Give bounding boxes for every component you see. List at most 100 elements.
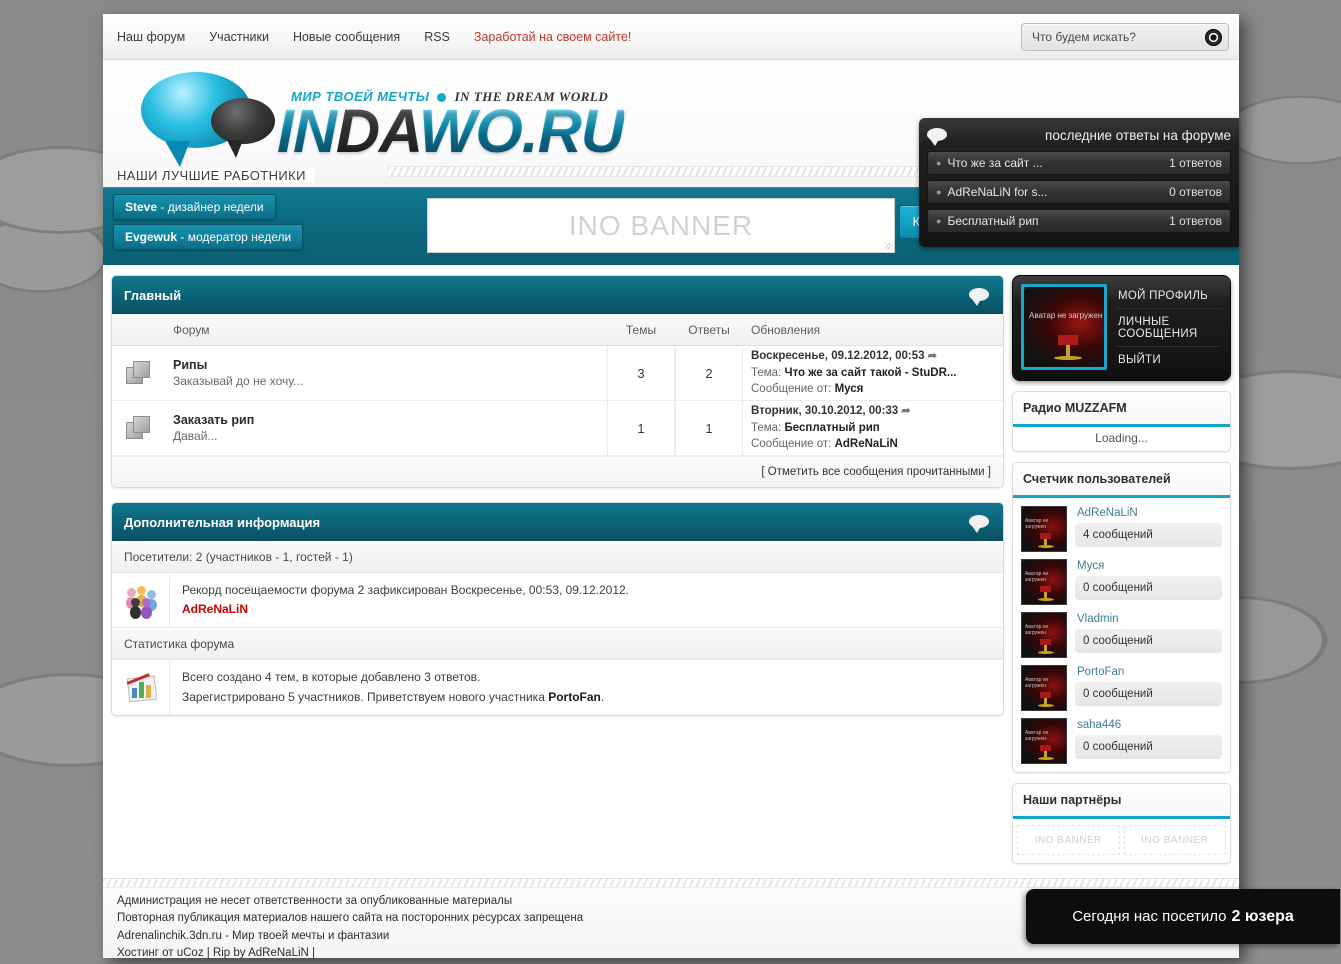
avatar-caption: Аватар не загружен — [1025, 730, 1049, 742]
table-row[interactable]: Заказать рип Давай... 1 1 Вторник, 30.10… — [112, 401, 1003, 456]
forum-stats-title: Статистика форума — [112, 628, 1003, 661]
forum-title[interactable]: Рипы — [173, 358, 607, 372]
search-icon[interactable] — [1205, 28, 1222, 46]
user-name[interactable]: Vladmin — [1077, 613, 1222, 625]
latest-replies-title: последние ответы на форуме — [1045, 127, 1231, 143]
bullet-icon: ● — [936, 216, 942, 226]
user-message-count: 0 сообщений — [1075, 735, 1222, 759]
reply-title[interactable]: AdReNaLiN for s... — [947, 185, 1047, 199]
site-container: Наш форум Участники Новые сообщения RSS … — [103, 14, 1239, 959]
best-workers-title: НАШИ ЛУЧШИЕ РАБОТНИКИ — [117, 168, 314, 183]
avatar-caption: Аватар не загружен — [1025, 571, 1049, 583]
goto-last-post-icon[interactable]: ➦ — [901, 405, 910, 417]
today-visitors-badge: Сегодня нас посетило 2 юзера — [1026, 889, 1340, 944]
partners-title: Наши партнёры — [1013, 784, 1230, 819]
logo-text-part1: IN — [277, 96, 337, 165]
attendance-record-row: Рекорд посещаемости форума 2 зафиксирова… — [112, 573, 1003, 629]
column-header-forum: Форум — [173, 322, 210, 337]
site-logo[interactable]: МИР ТВОЕЙ МЕЧТЫ IN THE DREAM WORLD INDAW… — [133, 64, 625, 167]
user-list: Аватар не загружен AdReNaLiN 4 сообщений… — [1013, 498, 1230, 772]
logo-text: INDAWO.RU — [277, 100, 625, 161]
list-item[interactable]: Аватар не загружен saha446 0 сообщений — [1021, 718, 1222, 764]
search-input[interactable]: Что будем искать? — [1032, 30, 1205, 44]
forum-panel: Главный Форум Темы Ответы Обновления Рип… — [111, 275, 1004, 488]
nav-item-earn[interactable]: Заработай на своем сайте! — [474, 30, 631, 44]
profile-block: Аватар не загружен Мой профиль Личные со… — [1012, 275, 1231, 381]
record-user[interactable]: AdReNaLiN — [182, 600, 629, 619]
partner-banner[interactable]: INO BANNER — [1017, 825, 1120, 855]
worker-role: - дизайнер недели — [157, 200, 264, 214]
topic-title[interactable]: Что же за сайт такой - StuDR... — [784, 367, 956, 379]
goto-last-post-icon[interactable]: ➦ — [928, 350, 937, 362]
latest-replies-panel: последние ответы на форуме ● Что же за с… — [919, 118, 1239, 247]
panel-title: Главный — [124, 287, 182, 303]
list-item[interactable]: ● AdReNaLiN for s... 0 ответов — [927, 180, 1231, 204]
nav-item-members[interactable]: Участники — [209, 30, 269, 44]
column-header-answers: Ответы — [688, 322, 730, 337]
table-row[interactable]: Рипы Заказывай до не хочу... 3 2 Воскрес… — [112, 346, 1003, 401]
avatar[interactable]: Аватар не загружен — [1021, 506, 1067, 552]
list-item[interactable]: Аватар не загружен AdReNaLiN 4 сообщений — [1021, 506, 1222, 552]
topic-label: Тема: — [751, 366, 782, 379]
people-icon — [112, 573, 170, 628]
search-box[interactable]: Что будем искать? — [1021, 23, 1229, 51]
list-item[interactable]: Аватар не загружен PortoFan 0 сообщений — [1021, 665, 1222, 711]
profile-menu-private-messages[interactable]: Личные сообщения — [1116, 310, 1222, 347]
partner-banners: INO BANNER INO BANNER — [1013, 819, 1230, 863]
avatar[interactable]: Аватар не загружен — [1021, 665, 1067, 711]
forum-answers-count: 2 — [675, 346, 743, 400]
stats-members-post: . — [600, 689, 605, 704]
user-counter-title: Счетчик пользователей — [1013, 463, 1230, 498]
nav-item-rss[interactable]: RSS — [424, 30, 450, 44]
partner-banner[interactable]: INO BANNER — [1123, 825, 1226, 855]
avatar[interactable]: Аватар не загружен — [1021, 284, 1107, 370]
forum-themes-count: 3 — [607, 346, 675, 400]
avatar[interactable]: Аватар не загружен — [1021, 612, 1067, 658]
avatar-caption: Аватар не загружен — [1029, 311, 1103, 320]
sidebar: Аватар не загружен Мой профиль Личные со… — [1012, 275, 1231, 874]
user-name[interactable]: PortoFan — [1077, 666, 1222, 678]
folder-icon — [125, 360, 152, 386]
list-item[interactable]: ● Что же за сайт ... 1 ответов — [927, 151, 1231, 175]
content-area: Главный Форум Темы Ответы Обновления Рип… — [103, 265, 1239, 874]
stats-line-topics: Всего создано 4 тем, в которые добавлено… — [182, 670, 481, 685]
nav-item-forum[interactable]: Наш форум — [117, 30, 185, 44]
topic-title[interactable]: Бесплатный рип — [784, 422, 879, 434]
list-item[interactable]: Аватар не загружен Vladmin 0 сообщений — [1021, 612, 1222, 658]
avatar[interactable]: Аватар не загружен — [1021, 559, 1067, 605]
reply-title[interactable]: Бесплатный рип — [947, 214, 1038, 228]
list-item[interactable]: Аватар не загружен Муся 0 сообщений — [1021, 559, 1222, 605]
list-item[interactable]: ● Бесплатный рип 1 ответов — [927, 209, 1231, 233]
nav-item-new-messages[interactable]: Новые сообщения — [293, 30, 400, 44]
reply-title[interactable]: Что же за сайт ... — [947, 156, 1042, 170]
new-member-name[interactable]: PortoFan — [548, 690, 601, 704]
profile-menu-my-profile[interactable]: Мой профиль — [1116, 284, 1222, 309]
user-name[interactable]: saha446 — [1077, 719, 1222, 731]
forum-title[interactable]: Заказать рип — [173, 413, 607, 427]
logo-band: МИР ТВОЕЙ МЕЧТЫ IN THE DREAM WORLD INDAW… — [103, 60, 1239, 247]
update-date: Вторник, 30.10.2012, 00:33 — [751, 404, 899, 417]
top-navigation: Наш форум Участники Новые сообщения RSS … — [103, 14, 1239, 60]
mark-all-read-link[interactable]: [ Отметить все сообщения прочитанными ] — [112, 456, 1003, 487]
avatar[interactable]: Аватар не загружен — [1021, 718, 1067, 764]
author-name[interactable]: AdReNaLiN — [835, 438, 898, 450]
worker-name: Steve — [125, 200, 158, 214]
avatar-caption: Аватар не загружен — [1025, 624, 1049, 636]
profile-menu-logout[interactable]: Выйти — [1116, 348, 1222, 372]
user-name[interactable]: AdReNaLiN — [1077, 507, 1222, 519]
worker-badge-designer[interactable]: Steve - дизайнер недели — [113, 194, 276, 220]
profile-menu: Мой профиль Личные сообщения Выйти — [1116, 284, 1222, 372]
avatar-caption: Аватар не загружен — [1025, 518, 1049, 530]
main-banner[interactable]: INO BANNER — [427, 198, 895, 253]
today-visitors-count: 2 юзера — [1231, 907, 1294, 925]
worker-name: Evgewuk — [125, 230, 178, 244]
user-counter-block: Счетчик пользователей Аватар не загружен… — [1012, 462, 1231, 773]
avatar-caption: Аватар не загружен — [1025, 677, 1049, 689]
user-name[interactable]: Муся — [1077, 560, 1222, 572]
bullet-icon: ● — [936, 158, 942, 168]
stats-line-members: Зарегистрировано 5 участников. Приветств… — [182, 688, 604, 707]
author-name[interactable]: Муся — [835, 383, 864, 395]
worker-badge-moderator[interactable]: Evgewuk - модератор недели — [113, 224, 304, 250]
worker-role: - модератор недели — [177, 230, 292, 244]
folder-icon — [125, 415, 152, 441]
